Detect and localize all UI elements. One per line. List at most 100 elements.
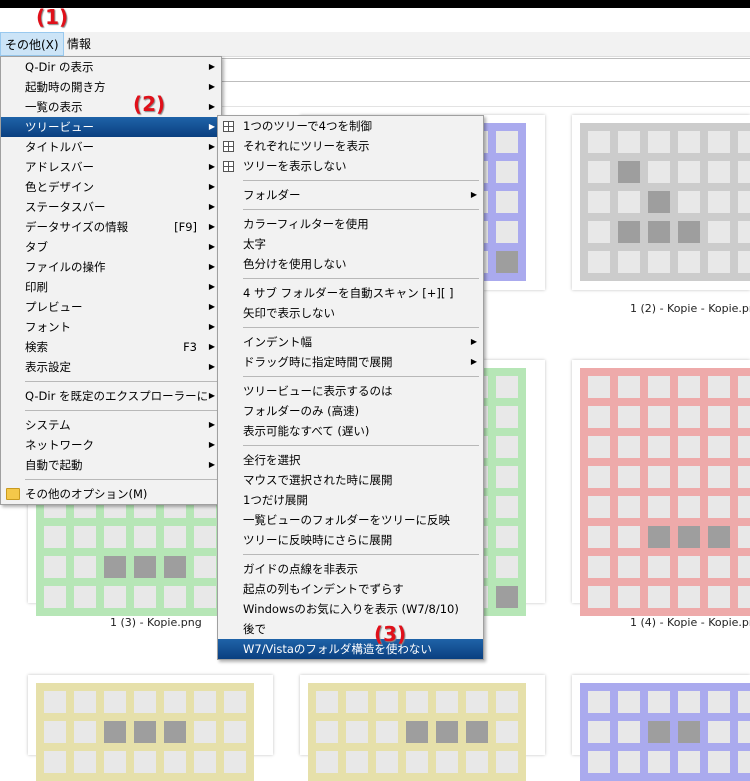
- submenu-item[interactable]: ツリーを表示しない: [218, 156, 483, 176]
- menu-item-label: 太字: [243, 237, 266, 251]
- submenu-item[interactable]: ガイドの点線を非表示: [218, 559, 483, 579]
- menu-joho[interactable]: 情報: [63, 32, 95, 56]
- main-menu-item[interactable]: ファイルの操作 ▶: [1, 257, 221, 277]
- menu-item-label: 印刷: [25, 280, 48, 294]
- submenu-arrow-icon: ▶: [208, 222, 215, 231]
- menu-item-label: ステータスバー: [25, 200, 106, 214]
- treeview-submenu: 1つのツリーで4つを制御それぞれにツリーを表示 ツリーを表示しないフォルダー ▶ カラ…: [217, 115, 484, 660]
- main-menu-item[interactable]: タブ ▶: [1, 237, 221, 257]
- menu-separator: [218, 441, 483, 450]
- main-menu-item[interactable]: 自動で起動 ▶: [1, 455, 221, 475]
- submenu-item[interactable]: 4 サブ フォルダーを自動スキャン [+][ ]: [218, 283, 483, 303]
- main-menu-item[interactable]: システム ▶: [1, 415, 221, 435]
- submenu-item[interactable]: それぞれにツリーを表示: [218, 136, 483, 156]
- submenu-item[interactable]: 全行を選択: [218, 450, 483, 470]
- thumbnail-caption[interactable]: 1 (3) - Kopie.png: [110, 616, 202, 629]
- annotation-1: (1): [36, 5, 69, 29]
- menu-item-label: 自動で起動: [25, 458, 83, 472]
- menu-sonota[interactable]: その他(X): [0, 32, 64, 56]
- thumbnail-caption[interactable]: 1 (4) - Kopie - Kopie.png: [630, 616, 750, 629]
- main-menu-item[interactable]: Q-Dir の表示 ▶: [1, 57, 221, 77]
- main-menu-item[interactable]: データサイズの情報 [F9] ▶: [1, 217, 221, 237]
- menu-item-label: ツリーに反映時にさらに展開: [243, 533, 393, 547]
- submenu-arrow-icon: ▶: [208, 362, 215, 371]
- main-menu-item[interactable]: 検索 F3 ▶: [1, 337, 221, 357]
- menu-separator: [218, 274, 483, 283]
- image-thumbnail[interactable]: [572, 675, 750, 781]
- menu-item-label: 色とデザイン: [25, 180, 94, 194]
- main-menu-item[interactable]: 印刷 ▶: [1, 277, 221, 297]
- submenu-arrow-icon: ▶: [208, 420, 215, 429]
- image-thumbnail[interactable]: [572, 360, 750, 616]
- submenu-item[interactable]: 表示可能なすべて (遅い): [218, 421, 483, 441]
- main-menu-item[interactable]: 表示設定 ▶: [1, 357, 221, 377]
- submenu-item[interactable]: ツリービューに表示するのは: [218, 381, 483, 401]
- folder-icon: [6, 488, 20, 500]
- main-menu-item[interactable]: 起動時の開き方 ▶: [1, 77, 221, 97]
- menu-item-label: ツリーを表示しない: [243, 159, 347, 173]
- submenu-item[interactable]: 後で: [218, 619, 483, 639]
- menu-item-label: マウスで選択された時に展開: [243, 473, 393, 487]
- submenu-item[interactable]: 一覧ビューのフォルダーをツリーに反映: [218, 510, 483, 530]
- menu-bar: その他(X) 情報: [0, 32, 750, 57]
- submenu-item[interactable]: 太字: [218, 234, 483, 254]
- main-menu-item[interactable]: 一覧の表示 ▶: [1, 97, 221, 117]
- sonota-dropdown-menu: Q-Dir の表示 ▶ 起動時の開き方 ▶ 一覧の表示 ▶ ツリービュー ▶ タイトルバー ▶ アド…: [0, 56, 222, 505]
- submenu-arrow-icon: ▶: [208, 202, 215, 211]
- menu-item-label: 一覧ビューのフォルダーをツリーに反映: [243, 513, 450, 527]
- main-menu-item[interactable]: プレビュー ▶: [1, 297, 221, 317]
- thumbnail-caption[interactable]: 1 (2) - Kopie - Kopie.png: [630, 302, 750, 315]
- submenu-arrow-icon: ▶: [208, 242, 215, 251]
- menu-separator: [1, 475, 221, 484]
- submenu-item[interactable]: フォルダー ▶: [218, 185, 483, 205]
- submenu-item[interactable]: 1つだけ展開: [218, 490, 483, 510]
- menu-item-label: インデント幅: [243, 335, 312, 349]
- submenu-item[interactable]: W7/Vistaのフォルダ構造を使わない: [218, 639, 483, 659]
- submenu-item[interactable]: 起点の列もインデントでずらす: [218, 579, 483, 599]
- main-menu-item[interactable]: ツリービュー ▶: [1, 117, 221, 137]
- submenu-item[interactable]: ツリーに反映時にさらに展開: [218, 530, 483, 550]
- submenu-item[interactable]: 矢印で表示しない: [218, 303, 483, 323]
- menu-item-label: 起動時の開き方: [25, 80, 106, 94]
- main-menu-item[interactable]: ネットワーク ▶: [1, 435, 221, 455]
- submenu-arrow-icon: ▶: [208, 342, 215, 351]
- menu-separator: [218, 323, 483, 332]
- submenu-arrow-icon: ▶: [208, 142, 215, 151]
- submenu-item[interactable]: マウスで選択された時に展開: [218, 470, 483, 490]
- submenu-arrow-icon: ▶: [208, 262, 215, 271]
- menu-item-label: タイトルバー: [25, 140, 94, 154]
- main-menu-item[interactable]: Q-Dir を既定のエクスプローラーに ▶: [1, 386, 221, 406]
- main-menu-item[interactable]: 色とデザイン ▶: [1, 177, 221, 197]
- submenu-item[interactable]: 色分けを使用しない: [218, 254, 483, 274]
- menu-separator: [218, 550, 483, 559]
- main-menu-item[interactable]: フォント ▶: [1, 317, 221, 337]
- main-menu-item[interactable]: タイトルバー ▶: [1, 137, 221, 157]
- submenu-item[interactable]: フォルダーのみ (高速): [218, 401, 483, 421]
- main-menu-item[interactable]: アドレスバー ▶: [1, 157, 221, 177]
- thumbnail-image: [36, 683, 254, 781]
- menu-item-label: 起点の列もインデントでずらす: [243, 582, 404, 596]
- submenu-arrow-icon: ▶: [208, 182, 215, 191]
- menu-item-label: それぞれにツリーを表示: [243, 139, 370, 153]
- image-thumbnail[interactable]: [572, 115, 750, 290]
- main-menu-item[interactable]: ステータスバー ▶: [1, 197, 221, 217]
- menu-item-label: Windowsのお気に入りを表示 (W7/8/10): [243, 602, 459, 616]
- submenu-arrow-icon: ▶: [208, 102, 215, 111]
- menu-separator: [1, 377, 221, 386]
- submenu-item[interactable]: インデント幅 ▶: [218, 332, 483, 352]
- image-thumbnail[interactable]: [28, 675, 273, 781]
- menu-item-label: ドラッグ時に指定時間で展開: [243, 355, 393, 369]
- submenu-item[interactable]: 1つのツリーで4つを制御: [218, 116, 483, 136]
- menu-item-label: 色分けを使用しない: [243, 257, 347, 271]
- annotation-3: (3): [374, 622, 407, 646]
- address-bar[interactable]: [220, 58, 750, 82]
- submenu-item[interactable]: Windowsのお気に入りを表示 (W7/8/10): [218, 599, 483, 619]
- menu-item-label: ファイルの操作: [25, 260, 106, 274]
- window-top-edge: [0, 0, 750, 8]
- submenu-item[interactable]: カラーフィルターを使用: [218, 214, 483, 234]
- main-menu-item[interactable]: その他のオプション(M): [1, 484, 221, 504]
- menu-item-label: フォルダーのみ (高速): [243, 404, 360, 418]
- menu-separator: [218, 176, 483, 185]
- submenu-item[interactable]: ドラッグ時に指定時間で展開 ▶: [218, 352, 483, 372]
- image-thumbnail[interactable]: [300, 675, 545, 781]
